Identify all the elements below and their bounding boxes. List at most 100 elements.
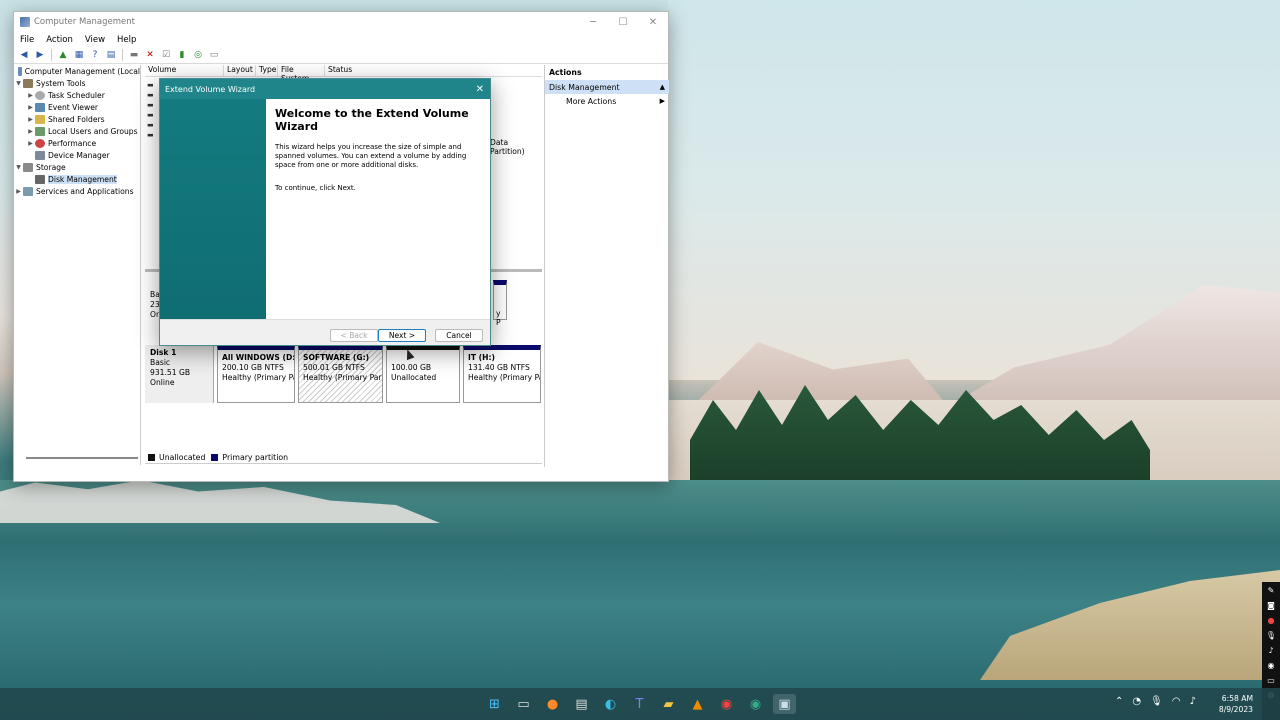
speaker-icon[interactable]: ♪ xyxy=(1268,646,1273,655)
column-status[interactable]: Status xyxy=(325,65,395,76)
windows-start-icon[interactable]: ⊞ xyxy=(483,694,506,714)
wizard-title-bar: Extend Volume Wizard ✕ xyxy=(160,79,490,99)
legend-primary: Primary partition xyxy=(222,453,289,462)
file-explorer-icon[interactable]: ▰ xyxy=(657,694,680,714)
connect-icon[interactable]: ▬ xyxy=(128,49,140,61)
close-button[interactable]: ✕ xyxy=(638,17,668,28)
delete-icon[interactable]: ✕ xyxy=(144,49,156,61)
performance-icon xyxy=(35,138,45,148)
camera-icon[interactable]: ◙ xyxy=(1267,601,1275,610)
volume-icon[interactable]: ♪ xyxy=(1190,696,1196,707)
volume-row-icon[interactable]: ▬ xyxy=(147,111,159,121)
disk-1-size: 931.51 GB xyxy=(150,368,191,377)
chevron-up-icon[interactable]: ⌃ xyxy=(1115,696,1123,707)
new-doc-icon[interactable]: ▮ xyxy=(176,49,188,61)
event-viewer-icon xyxy=(35,102,45,112)
tree-event-viewer[interactable]: ▶ Event Viewer xyxy=(14,101,140,113)
help-icon[interactable]: ? xyxy=(89,49,101,61)
wizard-continue-text: To continue, click Next. xyxy=(275,184,356,192)
tree-disk-management[interactable]: Disk Management xyxy=(14,173,140,185)
next-button[interactable]: Next > xyxy=(378,329,426,342)
chevron-right-icon[interactable]: ▶ xyxy=(26,140,35,147)
wizard-close-icon[interactable]: ✕ xyxy=(476,84,484,95)
wizard-body: Welcome to the Extend Volume Wizard This… xyxy=(275,107,475,192)
tree-root[interactable]: Computer Management (Local xyxy=(14,65,140,77)
column-volume[interactable]: Volume xyxy=(145,65,224,76)
microphone-icon[interactable]: 🎙 xyxy=(1266,631,1276,640)
chevron-down-icon[interactable]: ▼ xyxy=(14,164,23,171)
microphone-tray-icon[interactable]: 🎙 xyxy=(1150,696,1163,707)
show-hide-tree-icon[interactable]: ▦ xyxy=(73,49,85,61)
partition-all-windows[interactable]: All WINDOWS (D:) 200.10 GB NTFS Healthy … xyxy=(217,345,295,403)
disk-1-info[interactable]: Disk 1 Basic 931.51 GB Online xyxy=(145,345,214,403)
search-folder-icon[interactable]: ◎ xyxy=(192,49,204,61)
tree-task-scheduler[interactable]: ▶ Task Scheduler xyxy=(14,89,140,101)
partition-it[interactable]: IT (H:) 131.40 GB NTFS Healthy (Primary … xyxy=(463,345,541,403)
volume-row-icon[interactable]: ▬ xyxy=(147,91,159,101)
cancel-button[interactable]: Cancel xyxy=(435,329,483,342)
wifi-icon[interactable]: ◠ xyxy=(1172,696,1181,707)
forward-arrow-icon[interactable]: ▶ xyxy=(34,49,46,61)
disk-1-name: Disk 1 xyxy=(150,348,177,357)
volume-row-icon[interactable]: ▬ xyxy=(147,131,159,141)
disk-0-partition-partial[interactable]: y P xyxy=(493,280,507,327)
menu-view[interactable]: View xyxy=(85,35,105,45)
record-icon[interactable]: ● xyxy=(1268,616,1275,625)
tree-device-manager[interactable]: Device Manager xyxy=(14,149,140,161)
computer-management-icon xyxy=(20,17,30,27)
volume-row-icon[interactable]: ▬ xyxy=(147,121,159,131)
firefox-icon[interactable]: ● xyxy=(541,694,564,714)
checklist-icon[interactable]: ☑ xyxy=(160,49,172,61)
tools-icon xyxy=(23,78,33,88)
edge-icon[interactable]: ◐ xyxy=(599,694,622,714)
chrome-icon[interactable]: ◉ xyxy=(715,694,738,714)
chevron-right-icon[interactable]: ▶ xyxy=(26,92,35,99)
more-actions[interactable]: More Actions ▶ xyxy=(545,94,669,108)
clock[interactable]: 6:58 AM 8/9/2023 xyxy=(1217,693,1253,715)
chevron-down-icon[interactable]: ▼ xyxy=(14,80,23,87)
app-tray-icon[interactable]: ◔ xyxy=(1132,696,1141,707)
partition-software[interactable]: SOFTWARE (G:) 500.01 GB NTFS Healthy (Pr… xyxy=(298,345,383,403)
tree-system-tools[interactable]: ▼ System Tools xyxy=(14,77,140,89)
pen-icon[interactable]: ✎ xyxy=(1268,586,1275,595)
chrome-profile-icon[interactable]: ◉ xyxy=(744,694,767,714)
partition-unallocated[interactable]: 100.00 GB Unallocated xyxy=(386,345,460,403)
volume-row-icon[interactable]: ▬ xyxy=(147,81,159,91)
system-tray: ⌃ ◔ 🎙 ◠ ♪ xyxy=(1115,696,1196,707)
maximize-button[interactable]: ☐ xyxy=(608,17,638,28)
computer-management-taskbar-icon[interactable]: ▣ xyxy=(773,694,796,714)
tree-storage[interactable]: ▼ Storage xyxy=(14,161,140,173)
tree-services-applications[interactable]: ▶ Services and Applications xyxy=(14,185,140,197)
menu-help[interactable]: Help xyxy=(117,35,136,45)
teams-icon[interactable]: T xyxy=(628,694,651,714)
webcam-icon[interactable]: ◉ xyxy=(1268,661,1275,670)
minimize-button[interactable]: ─ xyxy=(578,17,608,28)
tree-shared-folders[interactable]: ▶ Shared Folders xyxy=(14,113,140,125)
actions-disk-management[interactable]: Disk Management ▲ xyxy=(545,80,669,94)
toolbar-separator xyxy=(122,49,123,61)
column-layout[interactable]: Layout xyxy=(224,65,256,76)
tree-local-users[interactable]: ▶ Local Users and Groups xyxy=(14,125,140,137)
clapperboard-icon[interactable]: ▤ xyxy=(570,694,593,714)
task-view-icon[interactable]: ▭ xyxy=(512,694,535,714)
actions-header: Actions xyxy=(549,68,582,77)
window-icon[interactable]: ▭ xyxy=(1267,676,1275,685)
column-file-system[interactable]: File System xyxy=(278,65,325,83)
view-icon[interactable]: ▭ xyxy=(208,49,220,61)
chevron-right-icon[interactable]: ▶ xyxy=(26,128,35,135)
up-folder-icon[interactable]: ▲ xyxy=(57,49,69,61)
tree-performance[interactable]: ▶ Performance xyxy=(14,137,140,149)
chevron-right-icon[interactable]: ▶ xyxy=(26,104,35,111)
back-button[interactable]: < Back xyxy=(330,329,378,342)
menu-file[interactable]: File xyxy=(20,35,34,45)
collapse-up-icon[interactable]: ▲ xyxy=(660,83,665,91)
volume-row-icon[interactable]: ▬ xyxy=(147,101,159,111)
vlc-icon[interactable]: ▲ xyxy=(686,694,709,714)
properties-icon[interactable]: ▤ xyxy=(105,49,117,61)
column-type[interactable]: Type xyxy=(256,65,278,76)
chevron-right-icon[interactable]: ▶ xyxy=(14,188,23,195)
horizontal-scrollbar[interactable] xyxy=(26,457,138,459)
back-arrow-icon[interactable]: ◀ xyxy=(18,49,30,61)
chevron-right-icon[interactable]: ▶ xyxy=(26,116,35,123)
menu-action[interactable]: Action xyxy=(46,35,73,45)
